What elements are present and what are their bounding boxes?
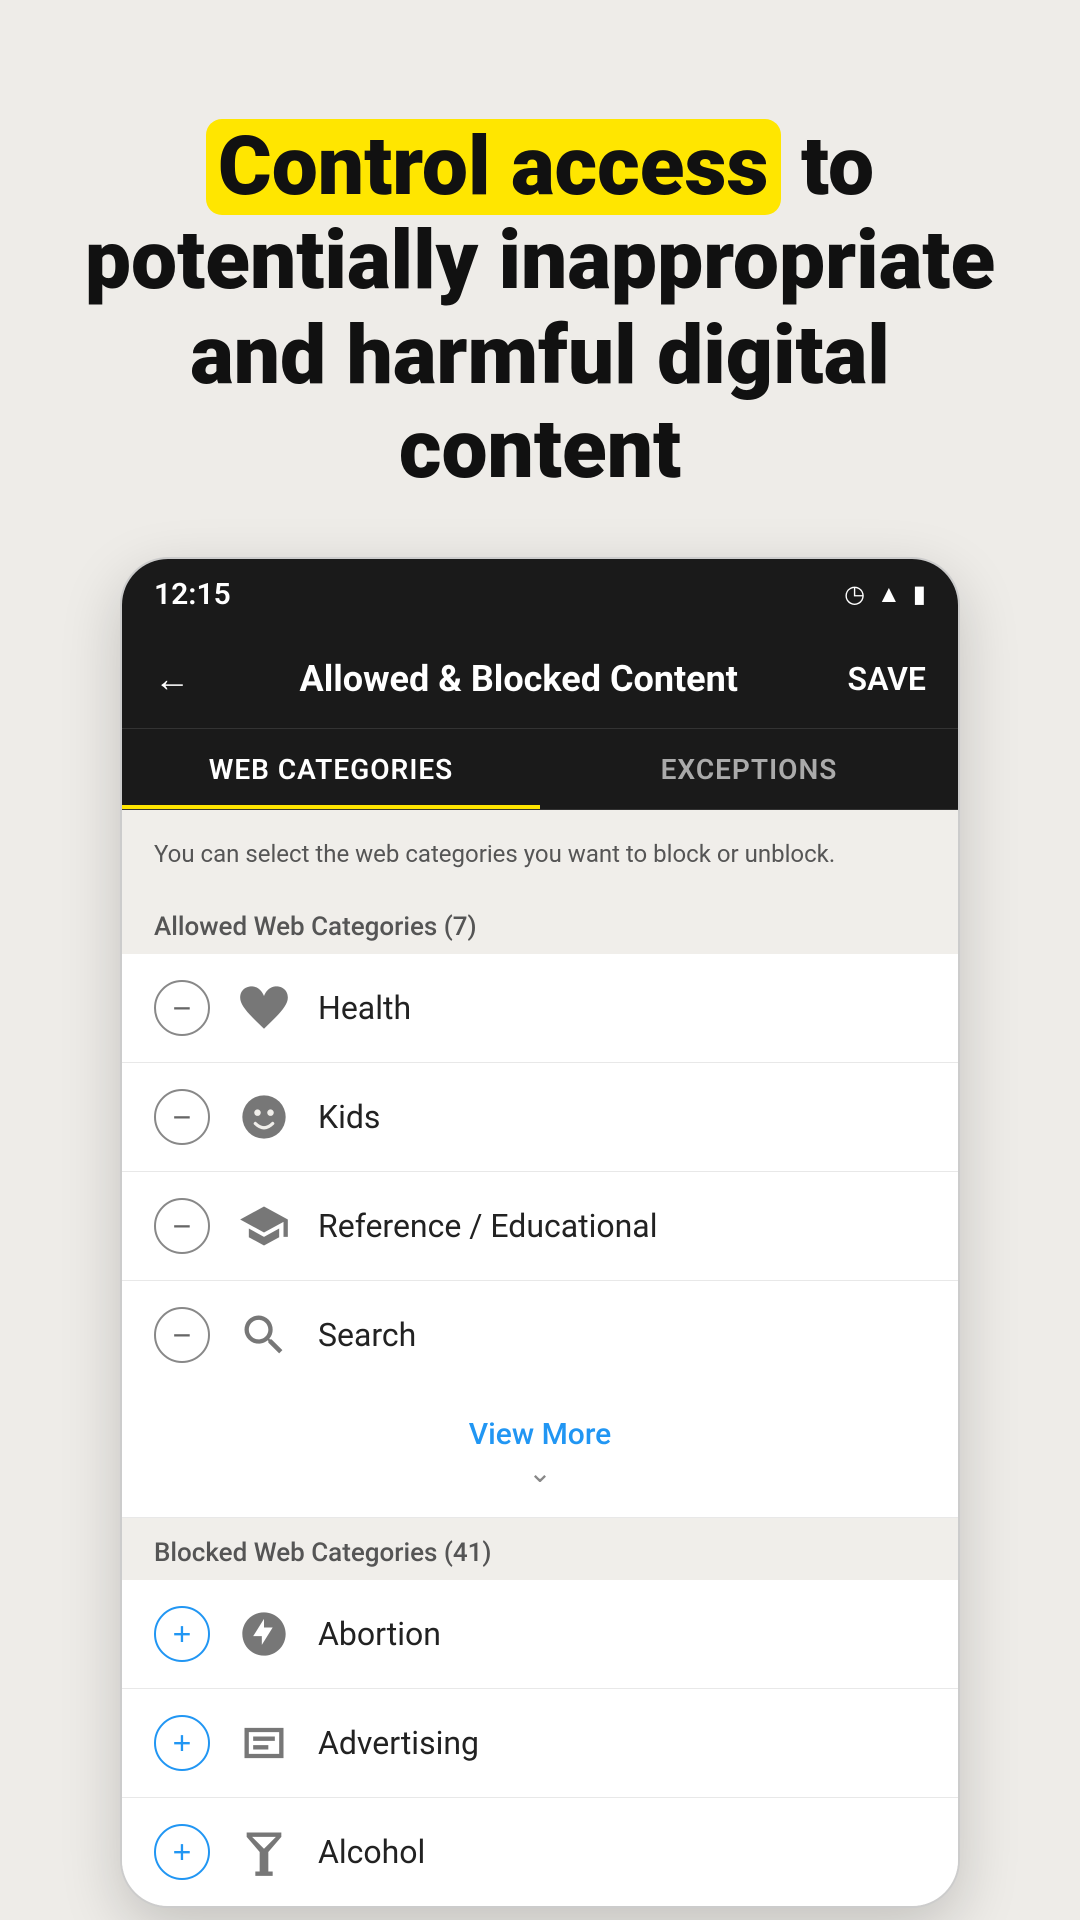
hero-highlight: Control access xyxy=(206,119,781,215)
app-bar: ← Allowed & Blocked Content SAVE xyxy=(122,629,958,729)
abortion-label: Abortion xyxy=(318,1615,441,1653)
hero-section: Control access to potentially inappropri… xyxy=(0,0,1080,557)
allowed-category-list: Health Kids xyxy=(122,954,958,1389)
back-button[interactable]: ← xyxy=(154,658,190,700)
toggle-search-button[interactable] xyxy=(154,1307,210,1363)
save-button[interactable]: SAVE xyxy=(848,660,926,698)
list-item: Search xyxy=(122,1281,958,1389)
view-more-button[interactable]: View More xyxy=(469,1417,611,1452)
advertising-icon xyxy=(234,1713,294,1773)
toggle-abortion-button[interactable] xyxy=(154,1606,210,1662)
clock-icon: ◷ xyxy=(844,580,865,608)
search-label: Search xyxy=(318,1316,416,1354)
toggle-health-button[interactable] xyxy=(154,980,210,1036)
reference-icon xyxy=(234,1196,294,1256)
reference-label: Reference / Educational xyxy=(318,1207,657,1245)
advertising-label: Advertising xyxy=(318,1724,479,1762)
alcohol-label: Alcohol xyxy=(318,1833,425,1871)
allowed-section-header: Allowed Web Categories (7) xyxy=(122,896,958,954)
status-bar: 12:15 ◷ ▲ ▮ xyxy=(122,559,958,629)
tab-exceptions[interactable]: EXCEPTIONS xyxy=(540,729,958,809)
list-item: Kids xyxy=(122,1063,958,1172)
blocked-section-header: Blocked Web Categories (41) xyxy=(122,1518,958,1580)
kids-label: Kids xyxy=(318,1098,380,1136)
status-time: 12:15 xyxy=(154,577,231,612)
alcohol-icon xyxy=(234,1822,294,1882)
toggle-reference-button[interactable] xyxy=(154,1198,210,1254)
view-more-section: View More ⌄ xyxy=(122,1389,958,1518)
list-item: Advertising xyxy=(122,1689,958,1798)
list-item: Abortion xyxy=(122,1580,958,1689)
tab-bar: WEB CATEGORIES EXCEPTIONS xyxy=(122,729,958,810)
info-text: You can select the web categories you wa… xyxy=(122,810,958,896)
blocked-category-list: Abortion Advertising xyxy=(122,1580,958,1906)
list-item: Health xyxy=(122,954,958,1063)
kids-icon xyxy=(234,1087,294,1147)
wifi-icon: ▲ xyxy=(877,580,901,609)
toggle-kids-button[interactable] xyxy=(154,1089,210,1145)
hero-title: Control access to potentially inappropri… xyxy=(60,120,1020,497)
health-icon xyxy=(234,978,294,1038)
chevron-down-icon: ⌄ xyxy=(150,1456,930,1489)
battery-icon: ▮ xyxy=(913,580,926,608)
search-icon xyxy=(234,1305,294,1365)
health-label: Health xyxy=(318,989,411,1027)
list-item: Alcohol xyxy=(122,1798,958,1906)
content-area: You can select the web categories you wa… xyxy=(122,810,958,1906)
list-item: Reference / Educational xyxy=(122,1172,958,1281)
toggle-alcohol-button[interactable] xyxy=(154,1824,210,1880)
phone-mockup: 12:15 ◷ ▲ ▮ ← Allowed & Blocked Content … xyxy=(120,557,960,1908)
abortion-icon xyxy=(234,1604,294,1664)
app-bar-title: Allowed & Blocked Content xyxy=(300,658,738,700)
status-icons: ◷ ▲ ▮ xyxy=(844,580,926,609)
toggle-advertising-button[interactable] xyxy=(154,1715,210,1771)
tab-web-categories[interactable]: WEB CATEGORIES xyxy=(122,729,540,809)
